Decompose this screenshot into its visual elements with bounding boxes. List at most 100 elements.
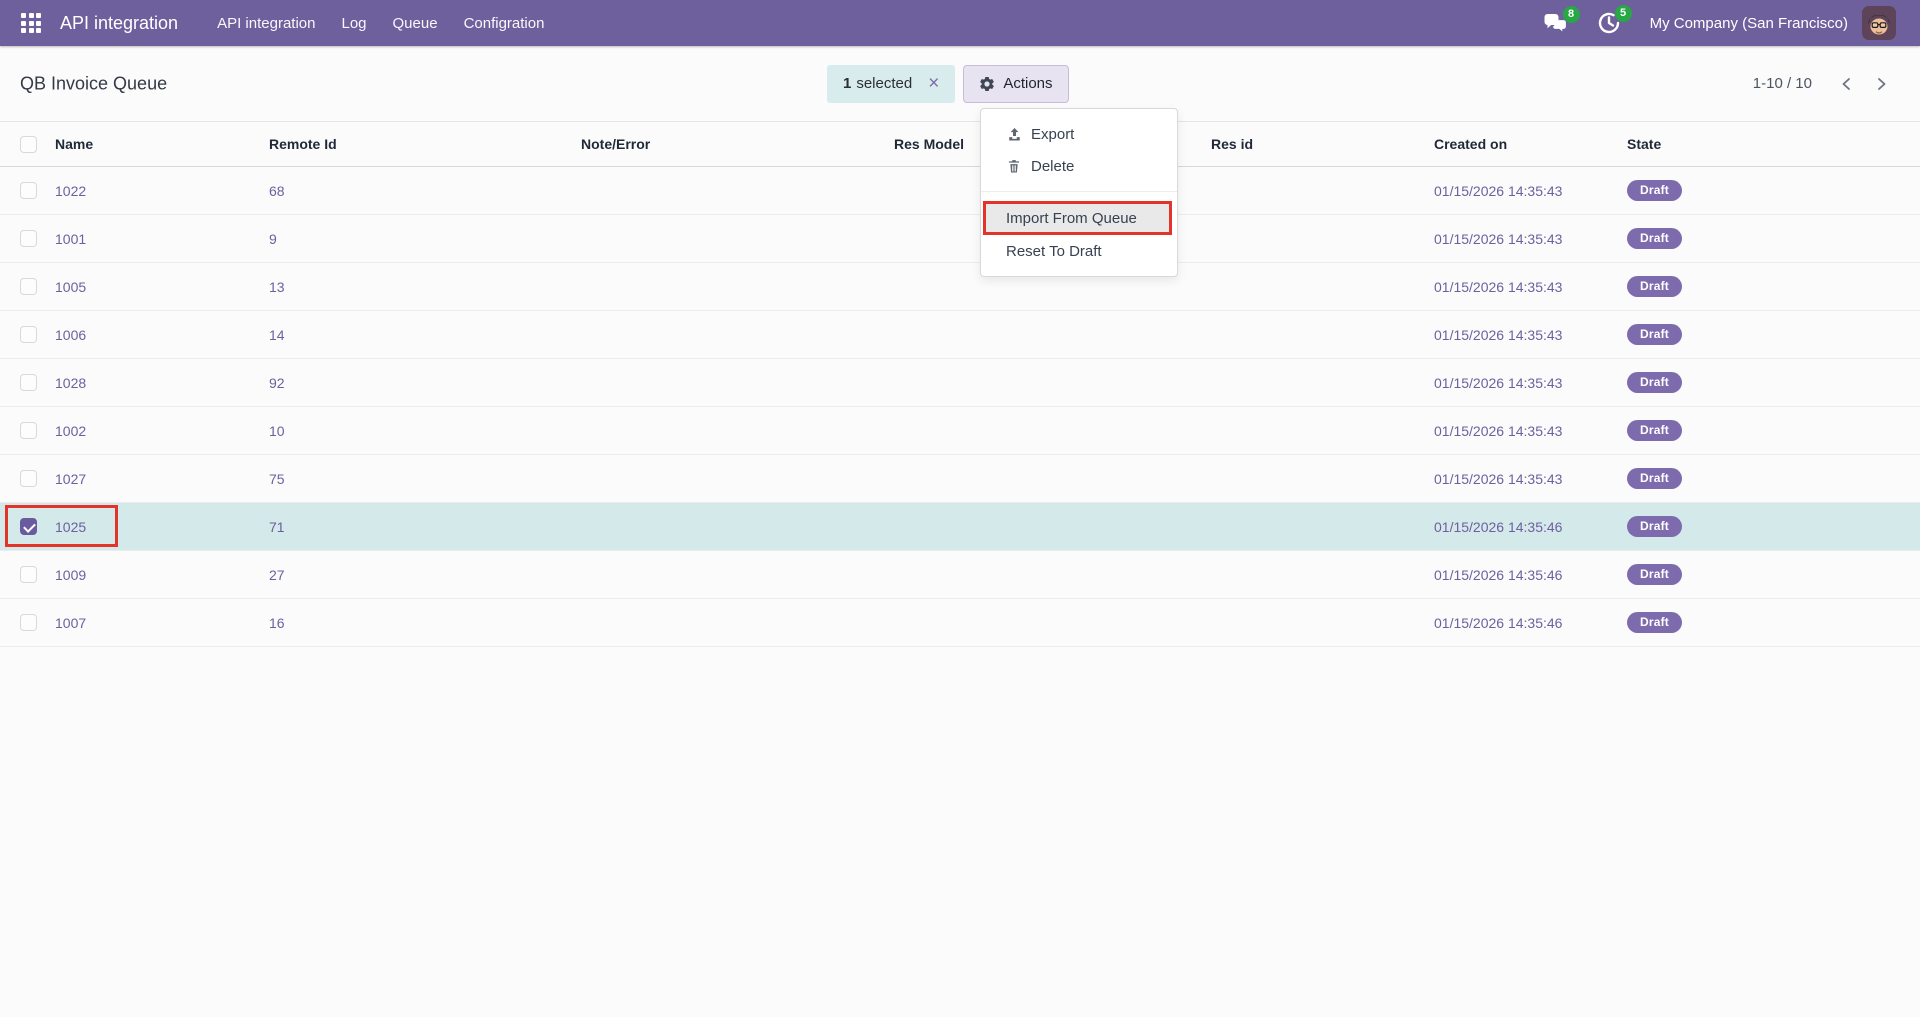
- row-checkbox[interactable]: [20, 470, 37, 487]
- cell-remote-id: 68: [269, 183, 581, 199]
- menu-item-queue[interactable]: Queue: [380, 0, 451, 46]
- upload-icon: [1007, 127, 1022, 142]
- row-checkbox[interactable]: [20, 278, 37, 295]
- menu-item-reset-to-draft[interactable]: Reset To Draft: [981, 235, 1177, 267]
- actions-dropdown-menu: Export Delete Import From Queue Reset To…: [980, 108, 1178, 277]
- menu-item-delete[interactable]: Delete: [981, 150, 1177, 182]
- table-row[interactable]: 1009 27 01/15/2026 14:35:46 Draft: [0, 551, 1920, 599]
- cell-created-on: 01/15/2026 14:35:43: [1434, 375, 1627, 391]
- activities-button[interactable]: 5: [1598, 12, 1620, 34]
- row-checkbox[interactable]: [20, 614, 37, 631]
- row-checkbox[interactable]: [20, 422, 37, 439]
- cell-created-on: 01/15/2026 14:35:43: [1434, 327, 1627, 343]
- menu-item-label: Reset To Draft: [1006, 243, 1102, 260]
- messages-button[interactable]: 8: [1543, 13, 1568, 34]
- cell-created-on: 01/15/2026 14:35:43: [1434, 279, 1627, 295]
- status-badge: Draft: [1627, 324, 1682, 345]
- cell-remote-id: 9: [269, 231, 581, 247]
- row-checkbox[interactable]: [20, 326, 37, 343]
- column-header-state[interactable]: State: [1627, 136, 1920, 152]
- cell-remote-id: 13: [269, 279, 581, 295]
- cell-name: 1009: [55, 567, 269, 583]
- pager: 1-10 / 10: [1753, 71, 1898, 97]
- company-switcher[interactable]: My Company (San Francisco): [1650, 15, 1848, 32]
- cell-name: 1005: [55, 279, 269, 295]
- table-row[interactable]: 1007 16 01/15/2026 14:35:46 Draft: [0, 599, 1920, 647]
- menu-item-configration[interactable]: Configration: [451, 0, 558, 46]
- activities-count-badge: 5: [1615, 5, 1632, 22]
- menu-item-import-from-queue[interactable]: Import From Queue: [983, 201, 1172, 235]
- table-row[interactable]: 1022 68 01/15/2026 14:35:43 Draft: [0, 167, 1920, 215]
- table-row[interactable]: 1005 13 01/15/2026 14:35:43 Draft: [0, 263, 1920, 311]
- menu-item-log[interactable]: Log: [328, 0, 379, 46]
- cell-name: 1006: [55, 327, 269, 343]
- cell-remote-id: 27: [269, 567, 581, 583]
- menu-divider: [981, 191, 1177, 192]
- clear-selection-button[interactable]: ×: [928, 74, 939, 93]
- table-row[interactable]: 1006 14 01/15/2026 14:35:43 Draft: [0, 311, 1920, 359]
- menu-item-api-integration[interactable]: API integration: [204, 0, 328, 46]
- actions-button[interactable]: Actions: [963, 65, 1068, 103]
- row-checkbox[interactable]: [20, 230, 37, 247]
- table-row[interactable]: 1027 75 01/15/2026 14:35:43 Draft: [0, 455, 1920, 503]
- control-panel: QB Invoice Queue 1 selected × Actions 1-…: [0, 46, 1920, 122]
- cell-remote-id: 14: [269, 327, 581, 343]
- column-header-res-id[interactable]: Res id: [1211, 136, 1434, 152]
- status-badge: Draft: [1627, 228, 1682, 249]
- selection-label: selected: [856, 75, 912, 92]
- cell-remote-id: 92: [269, 375, 581, 391]
- user-avatar: [1862, 6, 1896, 40]
- menu-item-export[interactable]: Export: [981, 118, 1177, 150]
- column-header-note-error[interactable]: Note/Error: [581, 136, 894, 152]
- row-checkbox[interactable]: [20, 566, 37, 583]
- menu-item-label: Import From Queue: [1006, 210, 1137, 227]
- cell-name: 1028: [55, 375, 269, 391]
- table-row[interactable]: 1002 10 01/15/2026 14:35:43 Draft: [0, 407, 1920, 455]
- row-checkbox[interactable]: [20, 182, 37, 199]
- status-badge: Draft: [1627, 180, 1682, 201]
- selection-toolbar: 1 selected × Actions: [827, 65, 1069, 103]
- status-badge: Draft: [1627, 564, 1682, 585]
- selection-chip: 1 selected ×: [827, 65, 955, 103]
- menu-item-label: Export: [1031, 126, 1074, 143]
- cell-created-on: 01/15/2026 14:35:46: [1434, 567, 1627, 583]
- pager-previous-button[interactable]: [1830, 71, 1864, 97]
- status-badge: Draft: [1627, 276, 1682, 297]
- cell-name: 1025: [55, 519, 269, 535]
- pager-range[interactable]: 1-10 / 10: [1753, 75, 1812, 92]
- row-checkbox[interactable]: [20, 374, 37, 391]
- grid-icon: [21, 13, 41, 33]
- trash-icon: [1007, 159, 1022, 174]
- selection-count: 1: [843, 75, 851, 92]
- cell-name: 1001: [55, 231, 269, 247]
- row-checkbox[interactable]: [20, 518, 37, 535]
- column-header-name[interactable]: Name: [55, 136, 269, 152]
- cell-remote-id: 16: [269, 615, 581, 631]
- cell-created-on: 01/15/2026 14:35:46: [1434, 615, 1627, 631]
- table-row[interactable]: 1001 9 01/15/2026 14:35:43 Draft: [0, 215, 1920, 263]
- page-title: QB Invoice Queue: [20, 73, 167, 94]
- status-badge: Draft: [1627, 372, 1682, 393]
- status-badge: Draft: [1627, 516, 1682, 537]
- gear-icon: [979, 76, 995, 92]
- actions-button-label: Actions: [1003, 75, 1052, 92]
- menu-item-label: Delete: [1031, 158, 1074, 175]
- select-all-checkbox[interactable]: [20, 136, 37, 153]
- table-row[interactable]: 1028 92 01/15/2026 14:35:43 Draft: [0, 359, 1920, 407]
- cell-name: 1022: [55, 183, 269, 199]
- table-row[interactable]: 1025 71 01/15/2026 14:35:46 Draft: [0, 503, 1920, 551]
- user-menu-button[interactable]: [1862, 6, 1896, 40]
- table-header-row: Name Remote Id Note/Error Res Model Res …: [0, 122, 1920, 167]
- messages-count-badge: 8: [1563, 6, 1580, 23]
- app-brand[interactable]: API integration: [60, 13, 178, 34]
- column-header-remote-id[interactable]: Remote Id: [269, 136, 581, 152]
- column-header-created-on[interactable]: Created on: [1434, 136, 1627, 152]
- cell-name: 1027: [55, 471, 269, 487]
- cell-created-on: 01/15/2026 14:35:43: [1434, 471, 1627, 487]
- list-view: Name Remote Id Note/Error Res Model Res …: [0, 122, 1920, 647]
- table-body: 1022 68 01/15/2026 14:35:43 Draft 1001 9…: [0, 167, 1920, 647]
- apps-menu-button[interactable]: [14, 6, 48, 40]
- status-badge: Draft: [1627, 612, 1682, 633]
- pager-next-button[interactable]: [1864, 71, 1898, 97]
- cell-name: 1007: [55, 615, 269, 631]
